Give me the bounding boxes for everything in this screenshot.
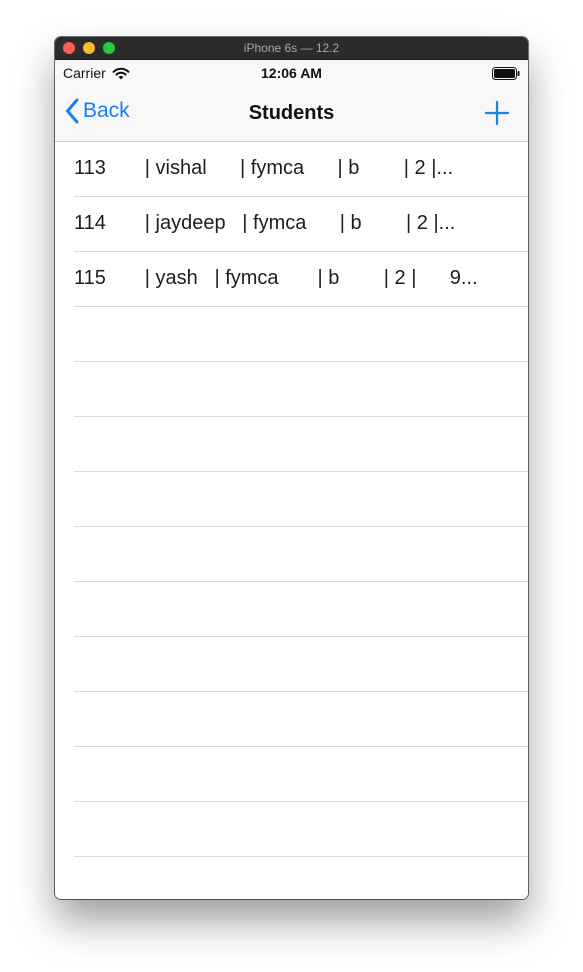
window-titlebar[interactable]: iPhone 6s — 12.2 <box>55 37 528 60</box>
simulator-window: iPhone 6s — 12.2 Carrier 12:06 AM Back S… <box>55 37 528 899</box>
status-time: 12:06 AM <box>261 65 322 81</box>
window-title: iPhone 6s — 12.2 <box>243 41 340 55</box>
table-row[interactable]: 113 | vishal | fymca | b | 2 |... <box>74 142 528 197</box>
battery-icon <box>492 67 520 80</box>
row-label: 114 | jaydeep | fymca | b | 2 |... <box>74 212 456 234</box>
empty-table-row <box>74 417 528 472</box>
table-row[interactable]: 115 | yash | fymca | b | 2 | 9... <box>74 252 528 307</box>
device-screen: Carrier 12:06 AM Back Students 113 | vis… <box>55 60 528 899</box>
empty-table-row <box>74 527 528 582</box>
empty-table-row <box>74 582 528 637</box>
navigation-bar: Back Students <box>55 86 528 142</box>
empty-table-row <box>74 362 528 417</box>
empty-table-row <box>74 692 528 747</box>
empty-table-row <box>74 747 528 802</box>
page-title: Students <box>248 102 335 124</box>
empty-table-row <box>74 802 528 857</box>
row-label: 113 | vishal | fymca | b | 2 |... <box>74 157 454 179</box>
empty-table-row <box>74 307 528 362</box>
row-label: 115 | yash | fymca | b | 2 | 9... <box>74 267 478 289</box>
desktop-background: iPhone 6s — 12.2 Carrier 12:06 AM Back S… <box>0 0 583 972</box>
empty-table-row <box>74 472 528 527</box>
table-row[interactable]: 114 | jaydeep | fymca | b | 2 |... <box>74 197 528 252</box>
empty-table-row <box>74 637 528 692</box>
status-bar: Carrier 12:06 AM <box>55 60 528 86</box>
students-table[interactable]: 113 | vishal | fymca | b | 2 |... 114 | j… <box>55 142 528 857</box>
plus-icon[interactable] <box>484 100 510 126</box>
